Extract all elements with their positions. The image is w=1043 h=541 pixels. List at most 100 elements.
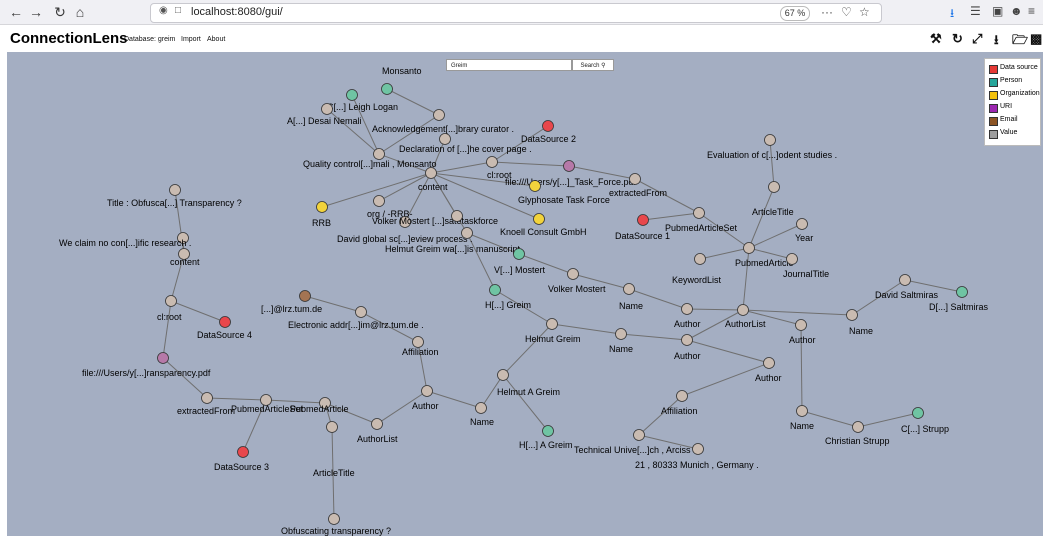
graph-node[interactable]: Author (755, 357, 782, 384)
graph-node[interactable]: Name (846, 309, 874, 337)
node-circle[interactable] (412, 336, 424, 348)
node-circle[interactable] (371, 418, 383, 430)
graph-node[interactable]: Affiliation (402, 336, 438, 358)
graph-node[interactable]: PubmedArticle (735, 242, 794, 269)
legend-checkbox[interactable] (989, 117, 998, 126)
legend-checkbox[interactable] (989, 130, 998, 139)
node-circle[interactable] (461, 227, 473, 239)
library-icon[interactable]: ☰ (970, 4, 981, 18)
node-circle[interactable] (533, 213, 545, 225)
node-circle[interactable] (237, 446, 249, 458)
download-icon[interactable]: ⭳ (950, 4, 954, 25)
node-circle[interactable] (563, 160, 575, 172)
node-circle[interactable] (421, 385, 433, 397)
graph-node[interactable]: file:///Users/y[...]_Task_Force.pdf (505, 160, 637, 188)
node-circle[interactable] (486, 156, 498, 168)
graph-node[interactable]: ArticleTitle (313, 421, 355, 479)
graph-node[interactable]: Monsanto (381, 66, 422, 95)
node-circle[interactable] (373, 195, 385, 207)
node-circle[interactable] (692, 443, 704, 455)
graph-node[interactable]: Obfuscating transparency ? (281, 513, 391, 537)
graph-node[interactable]: AuthorList (357, 418, 398, 445)
node-circle[interactable] (846, 309, 858, 321)
node-circle[interactable] (169, 184, 181, 196)
node-circle[interactable] (546, 318, 558, 330)
node-circle[interactable] (567, 268, 579, 280)
node-circle[interactable] (912, 407, 924, 419)
node-circle[interactable] (768, 181, 780, 193)
node-circle[interactable] (681, 334, 693, 346)
node-circle[interactable] (321, 103, 333, 115)
node-circle[interactable] (615, 328, 627, 340)
graph-node[interactable]: DataSource 3 (214, 446, 269, 473)
graph-node[interactable]: Volker Mostert [...]satetaskforce (372, 216, 498, 228)
node-circle[interactable] (637, 214, 649, 226)
pocket-icon[interactable]: ♡ (841, 5, 852, 19)
graph-node[interactable]: Title : Obfusca[...] Transparency ? (107, 184, 242, 209)
export-icon[interactable]: ⭳ (994, 31, 999, 53)
account-icon[interactable]: ☻ (1010, 4, 1023, 18)
graph-canvas[interactable]: Monsanto C[...] Leigh Logan A[...] Desai N… (7, 52, 1043, 536)
graph-node[interactable]: Knoell Consult GmbH (500, 213, 587, 238)
node-circle[interactable] (623, 283, 635, 295)
node-circle[interactable] (157, 352, 169, 364)
graph-node[interactable]: PubmedArticle (290, 397, 349, 415)
graph-node[interactable]: ArticleTitle (752, 181, 794, 218)
node-circle[interactable] (795, 319, 807, 331)
graph-node[interactable]: PubmedArticleSet (665, 207, 738, 234)
back-icon[interactable]: ← (6, 3, 26, 21)
node-circle[interactable] (633, 429, 645, 441)
node-circle[interactable] (346, 89, 358, 101)
node-circle[interactable] (433, 109, 445, 121)
node-circle[interactable] (764, 134, 776, 146)
save-icon[interactable]: ▩ (1030, 31, 1042, 47)
node-circle[interactable] (201, 392, 213, 404)
node-circle[interactable] (475, 402, 487, 414)
home-icon[interactable]: ⌂ (70, 3, 90, 21)
reload-icon[interactable]: ↻ (50, 3, 70, 21)
node-circle[interactable] (743, 242, 755, 254)
node-circle[interactable] (676, 390, 688, 402)
graph-node[interactable]: Affiliation (661, 390, 697, 417)
graph-node[interactable]: [...]@lrz.tum.de (261, 290, 322, 315)
node-circle[interactable] (681, 303, 693, 315)
menu-about[interactable]: About (207, 36, 225, 43)
node-circle[interactable] (451, 210, 463, 222)
node-circle[interactable] (513, 248, 525, 260)
graph-node[interactable]: DataSource 4 (197, 316, 252, 341)
bookmark-star-icon[interactable]: ☆ (859, 5, 870, 19)
node-circle[interactable] (373, 148, 385, 160)
page-actions-icon[interactable]: ··· (821, 5, 833, 19)
graph-node[interactable]: DataSource 1 (615, 214, 670, 242)
node-circle[interactable] (763, 357, 775, 369)
graph-node[interactable]: David Saltmiras (875, 274, 939, 301)
url-bar[interactable]: ◉ □ localhost:8080/gui/ 67 % ··· ♡ ☆ (150, 3, 882, 23)
node-circle[interactable] (381, 83, 393, 95)
node-circle[interactable] (852, 421, 864, 433)
folder-open-icon[interactable]: 🗁 (1012, 31, 1028, 53)
node-circle[interactable] (529, 180, 541, 192)
node-circle[interactable] (165, 295, 177, 307)
node-circle[interactable] (542, 120, 554, 132)
graph-node[interactable]: Name (790, 405, 814, 432)
graph-node[interactable]: Volker Mostert (548, 268, 606, 295)
node-circle[interactable] (956, 286, 968, 298)
node-circle[interactable] (737, 304, 749, 316)
wrench-icon[interactable]: ⚒ (930, 31, 942, 47)
node-circle[interactable] (439, 133, 451, 145)
node-circle[interactable] (219, 316, 231, 328)
legend-checkbox[interactable] (989, 91, 998, 100)
node-circle[interactable] (629, 173, 641, 185)
graph-node[interactable]: Year (795, 218, 813, 244)
sidebar-icon[interactable]: ▣ (992, 4, 1003, 18)
node-circle[interactable] (796, 218, 808, 230)
graph-node[interactable]: Christian Strupp (825, 421, 890, 447)
node-circle[interactable] (694, 253, 706, 265)
graph-node[interactable]: file:///Users/y[...]ransparency.pdf (82, 352, 211, 379)
node-circle[interactable] (693, 207, 705, 219)
graph-svg[interactable]: Monsanto C[...] Leigh Logan A[...] Desai N… (7, 52, 1043, 536)
menu-database[interactable]: Database: greim (124, 36, 175, 43)
node-circle[interactable] (899, 274, 911, 286)
menu-import[interactable]: Import (181, 36, 201, 43)
node-circle[interactable] (796, 405, 808, 417)
